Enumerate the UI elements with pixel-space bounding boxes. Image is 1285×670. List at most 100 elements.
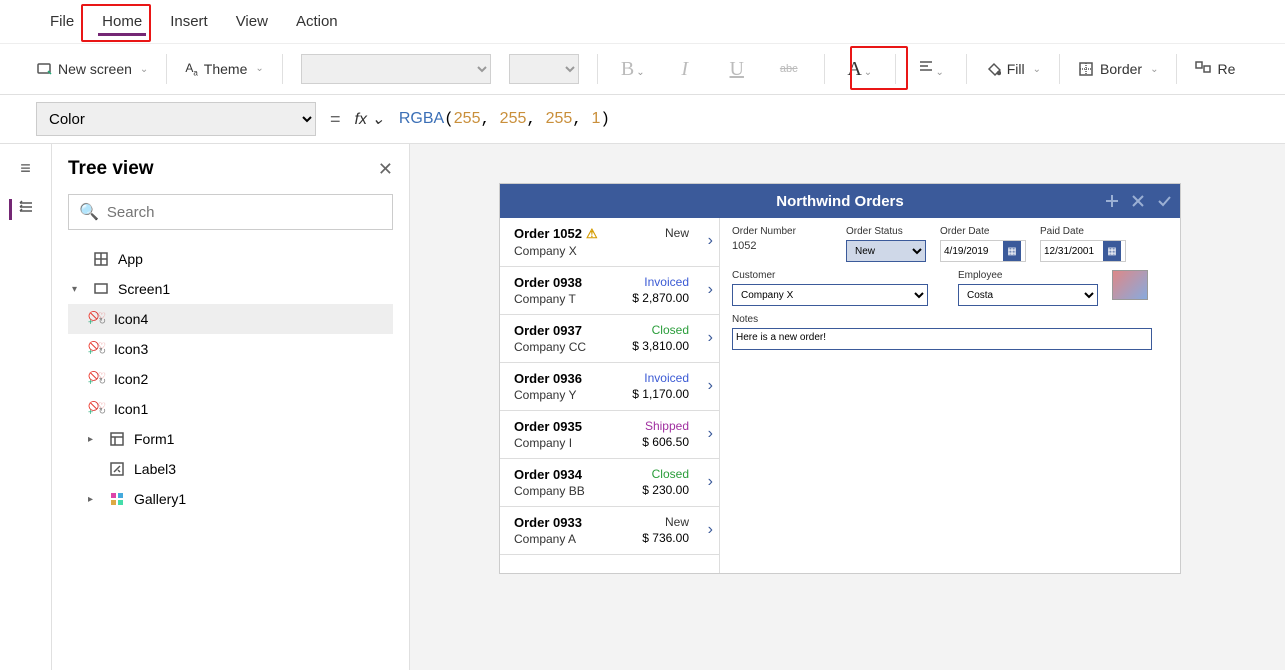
- order-number-value: 1052: [732, 240, 832, 252]
- tree-title: Tree view: [68, 158, 154, 180]
- calendar-icon: ▦: [1003, 241, 1021, 261]
- ribbon: New screen⌄ Aa Theme⌄ B⌄ I U abc A⌄ ⌄ Fi…: [0, 44, 1285, 94]
- notes-label: Notes: [732, 314, 1152, 325]
- tree-screen-label: Screen1: [118, 281, 170, 297]
- font-family-select[interactable]: [301, 54, 491, 84]
- fx-label[interactable]: fx ⌄: [355, 109, 385, 129]
- app-icon: [92, 251, 110, 267]
- calendar-icon: ▦: [1103, 241, 1121, 261]
- employee-avatar: [1112, 270, 1148, 300]
- app-title: Northwind Orders: [776, 193, 904, 210]
- new-screen-button[interactable]: New screen⌄: [36, 61, 148, 77]
- chevron-right-icon: ›: [708, 377, 713, 395]
- order-item[interactable]: Order 0938 Company T Invoiced $ 2,870.00…: [500, 267, 719, 315]
- new-screen-label: New screen: [58, 61, 132, 77]
- customer-select[interactable]: Company X: [732, 284, 928, 306]
- tree-gallery1-label: Gallery1: [134, 491, 186, 507]
- theme-icon: Aa: [185, 61, 197, 77]
- menu-action[interactable]: Action: [282, 3, 352, 40]
- chevron-right-icon: ›: [708, 521, 713, 539]
- employee-select[interactable]: Costa: [958, 284, 1098, 306]
- search-icon: 🔍: [79, 202, 99, 222]
- tree-icon1-label: Icon1: [114, 401, 148, 417]
- close-panel-icon[interactable]: ✕: [378, 159, 393, 180]
- border-button[interactable]: Border⌄: [1078, 61, 1158, 77]
- chevron-right-icon: ›: [708, 425, 713, 443]
- equals-sign: =: [330, 109, 341, 130]
- tree-form1[interactable]: ▸ Form1: [68, 424, 393, 454]
- underline-button[interactable]: U: [720, 58, 754, 81]
- label-icon: [108, 461, 126, 477]
- gallery-icon: [108, 491, 126, 507]
- tree-view-icon[interactable]: [9, 199, 34, 220]
- order-item[interactable]: Order 0937 Company CC Closed $ 3,810.00 …: [500, 315, 719, 363]
- search-input[interactable]: [107, 204, 382, 221]
- property-select[interactable]: Color: [36, 102, 316, 136]
- icon3-icon: 🚫♡+↻: [88, 341, 106, 357]
- tree-label3[interactable]: Label3: [68, 454, 393, 484]
- italic-button[interactable]: I: [668, 58, 702, 81]
- check-icon[interactable]: [1156, 193, 1172, 209]
- menu-insert[interactable]: Insert: [156, 3, 222, 40]
- tree-icon4[interactable]: 🚫♡+↻ Icon4: [68, 304, 393, 334]
- reorder-button[interactable]: Re: [1195, 61, 1235, 77]
- theme-button[interactable]: Aa Theme⌄: [185, 61, 263, 77]
- app-title-bar: Northwind Orders: [500, 184, 1180, 218]
- tree-icon2[interactable]: 🚫♡+↻ Icon2: [68, 364, 393, 394]
- tree-screen1[interactable]: ▾ Screen1: [68, 274, 393, 304]
- form-icon: [108, 431, 126, 447]
- screen-icon: [92, 281, 110, 297]
- tree-icon1[interactable]: 🚫♡+↻ Icon1: [68, 394, 393, 424]
- tree-gallery1[interactable]: ▸ Gallery1: [68, 484, 393, 514]
- tree-icon3-label: Icon3: [114, 341, 148, 357]
- icon1-icon: 🚫♡+↻: [88, 401, 106, 417]
- chevron-right-icon: ›: [708, 232, 713, 250]
- reorder-icon: [1195, 61, 1211, 77]
- customer-label: Customer: [732, 270, 928, 281]
- tree-app-label: App: [118, 251, 143, 267]
- tree-form1-label: Form1: [134, 431, 174, 447]
- canvas: Northwind Orders Order 1052⚠ Company X N…: [410, 144, 1285, 670]
- tree-search[interactable]: 🔍: [68, 194, 393, 230]
- top-menu: File Home Insert View Action: [0, 0, 1285, 44]
- plus-icon[interactable]: [1104, 193, 1120, 209]
- cancel-icon[interactable]: [1130, 193, 1146, 209]
- paid-date-label: Paid Date: [1040, 226, 1126, 237]
- chevron-right-icon: ›: [708, 473, 713, 491]
- order-date-input[interactable]: ▦: [940, 240, 1026, 262]
- menu-file[interactable]: File: [36, 3, 88, 40]
- menu-view[interactable]: View: [222, 3, 282, 40]
- paint-bucket-icon: [985, 61, 1001, 77]
- app-frame: Northwind Orders Order 1052⚠ Company X N…: [500, 184, 1180, 573]
- order-item[interactable]: Order 1052⚠ Company X New ›: [500, 218, 719, 267]
- font-size-select[interactable]: [509, 54, 579, 84]
- fill-button[interactable]: Fill⌄: [985, 61, 1041, 77]
- paid-date-input[interactable]: ▦: [1040, 240, 1126, 262]
- fill-label: Fill: [1007, 61, 1025, 77]
- order-detail: Order Number 1052 Order Status New Order…: [720, 218, 1180, 573]
- bold-button[interactable]: B⌄: [616, 58, 650, 81]
- notes-input[interactable]: Here is a new order!: [732, 328, 1152, 350]
- order-item[interactable]: Order 0936 Company Y Invoiced $ 1,170.00…: [500, 363, 719, 411]
- hamburger-icon[interactable]: ≡: [20, 158, 31, 179]
- align-button[interactable]: ⌄: [914, 59, 948, 80]
- font-color-button[interactable]: A⌄: [843, 58, 877, 81]
- tree-icon2-label: Icon2: [114, 371, 148, 387]
- order-item[interactable]: Order 0933 Company A New $ 736.00 ›: [500, 507, 719, 555]
- formula-text[interactable]: RGBA(255, 255, 255, 1): [399, 110, 610, 128]
- theme-label: Theme: [204, 61, 248, 77]
- tree-label3-label: Label3: [134, 461, 176, 477]
- screen-icon: [36, 61, 52, 77]
- align-icon: [918, 59, 934, 75]
- border-label: Border: [1100, 61, 1142, 77]
- tree-icon3[interactable]: 🚫♡+↻ Icon3: [68, 334, 393, 364]
- order-item[interactable]: Order 0935 Company I Shipped $ 606.50 ›: [500, 411, 719, 459]
- tree-app[interactable]: App: [68, 244, 393, 274]
- tree-icon4-label: Icon4: [114, 311, 148, 327]
- strikethrough-button[interactable]: abc: [772, 63, 806, 75]
- order-date-label: Order Date: [940, 226, 1026, 237]
- menu-home[interactable]: Home: [88, 3, 156, 40]
- order-status-select[interactable]: New: [846, 240, 926, 262]
- icon2-icon: 🚫♡+↻: [88, 371, 106, 387]
- order-item[interactable]: Order 0934 Company BB Closed $ 230.00 ›: [500, 459, 719, 507]
